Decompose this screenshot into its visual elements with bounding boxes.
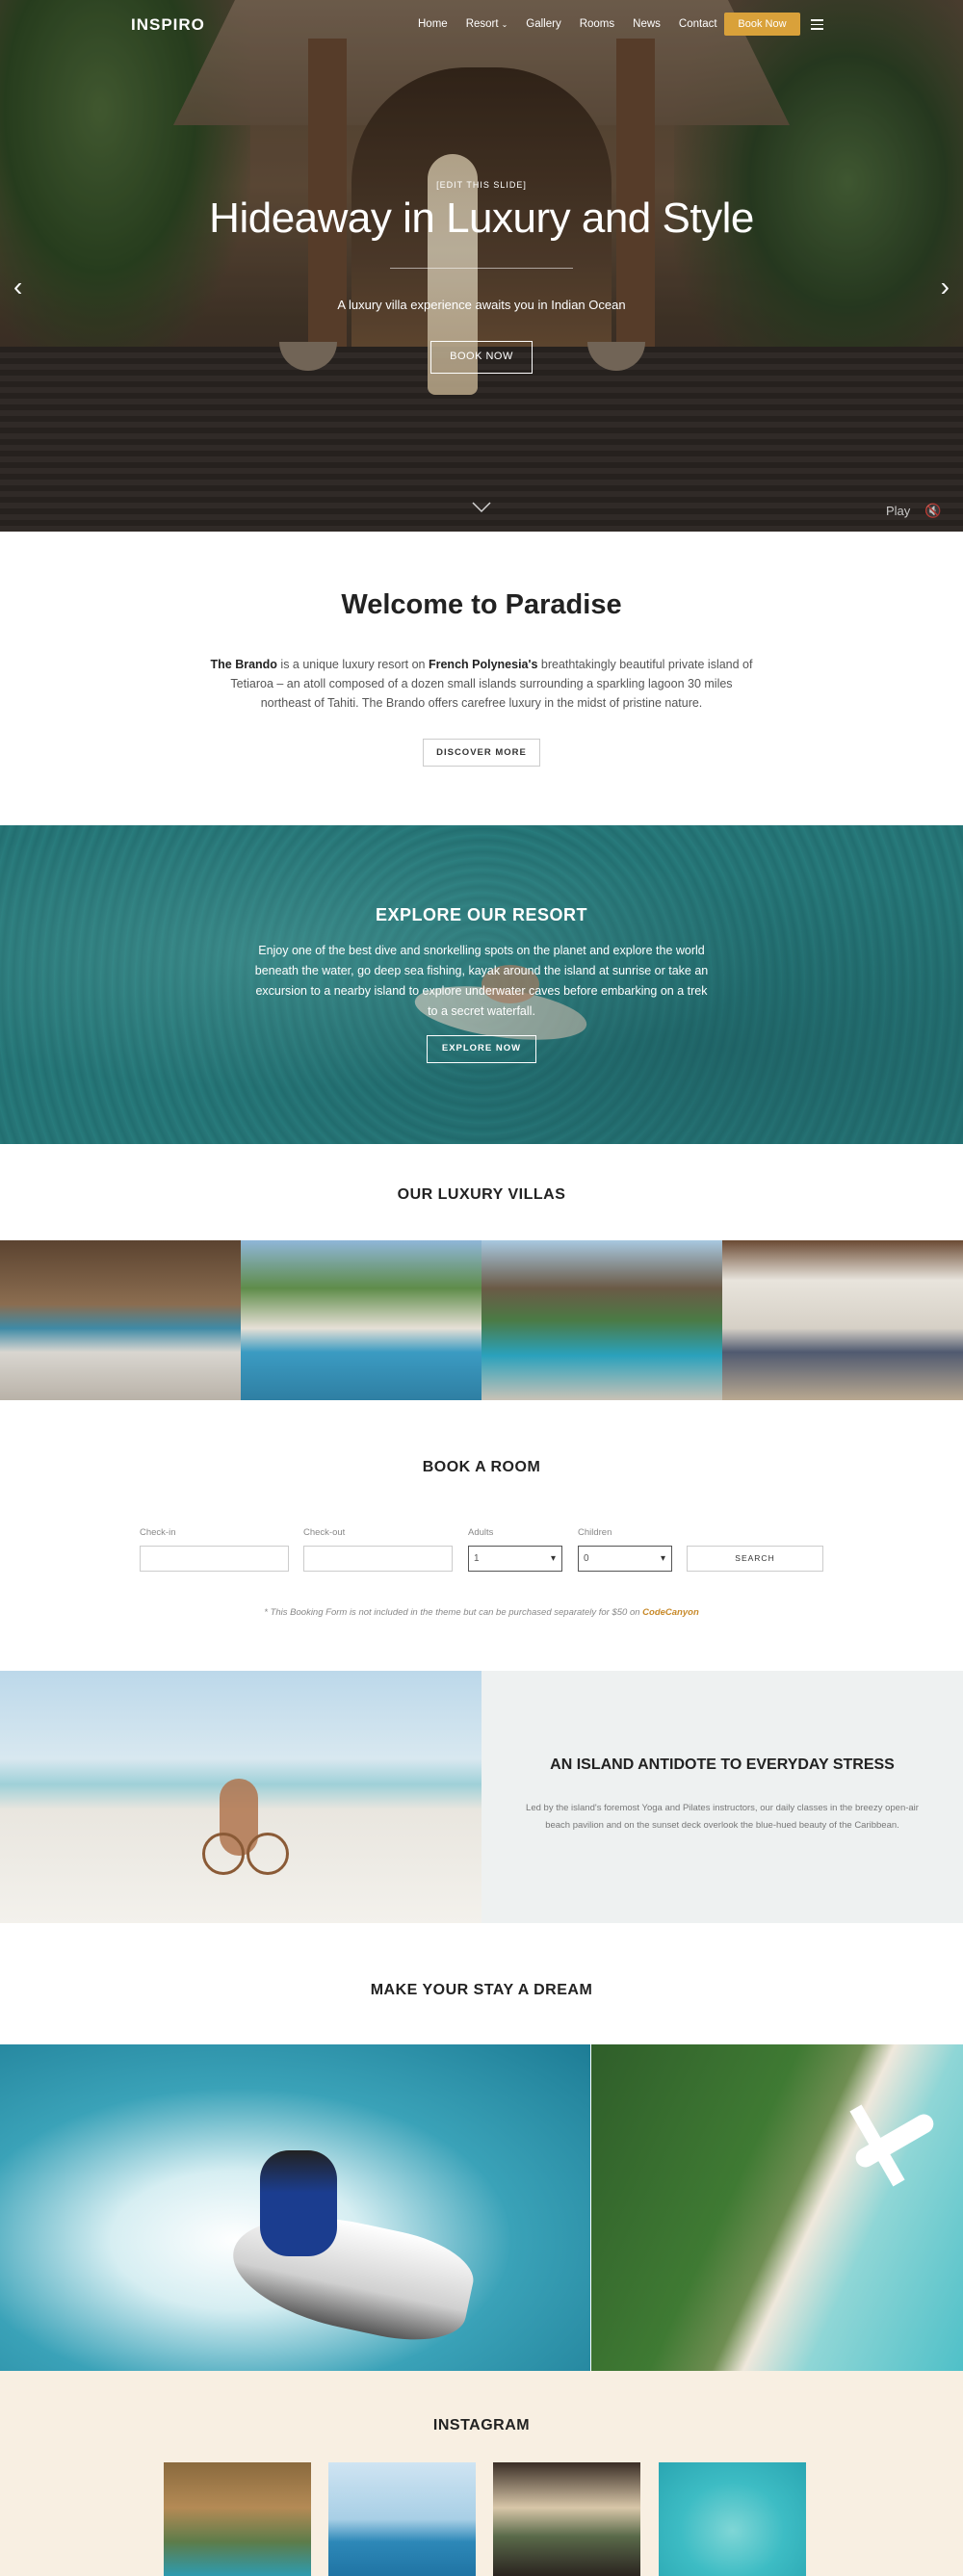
island-bike-wheel-rear <box>247 1833 289 1875</box>
welcome-text: The Brando is a unique luxury resort on … <box>207 655 756 713</box>
nav-item-contact[interactable]: Contact <box>679 18 717 30</box>
codecanyon-link[interactable]: CodeCanyon <box>642 1607 699 1618</box>
hamburger-icon[interactable] <box>811 19 823 30</box>
instagram-section: INSTAGRAM <box>0 2371 963 2576</box>
hero-slider: INSPIRO Home Resort ⌄ Gallery Rooms News … <box>0 0 963 532</box>
nav-item-resort[interactable]: Resort ⌄ <box>466 18 508 30</box>
island-bike-image <box>0 1671 482 1923</box>
jetski-rider <box>260 2150 337 2256</box>
chevron-right-icon[interactable]: › <box>941 272 950 302</box>
instagram-image-3[interactable] <box>493 2462 640 2576</box>
island-title: AN ISLAND ANTIDOTE TO EVERYDAY STRESS <box>550 1756 895 1773</box>
dream-title: MAKE YOUR STAY A DREAM <box>370 1982 593 1998</box>
search-button[interactable]: SEARCH <box>687 1546 823 1572</box>
booking-note-text: * This Booking Form is not included in t… <box>264 1607 643 1618</box>
island-panel: AN ISLAND ANTIDOTE TO EVERYDAY STRESS Le… <box>482 1671 963 1923</box>
booking-note: * This Booking Form is not included in t… <box>0 1607 963 1618</box>
hero-divider <box>390 268 573 269</box>
explore-title: EXPLORE OUR RESORT <box>375 905 588 924</box>
explore-section: EXPLORE OUR RESORT Enjoy one of the best… <box>0 825 963 1144</box>
booking-title: BOOK A ROOM <box>422 1459 541 1475</box>
hero-subtitle: A luxury villa experience awaits you in … <box>337 298 626 312</box>
welcome-text-part1: is a unique luxury resort on <box>276 658 429 671</box>
hero-overlay <box>0 0 963 532</box>
villa-image-1[interactable] <box>0 1240 241 1400</box>
scroll-down-icon[interactable] <box>472 502 491 513</box>
chevron-left-icon[interactable]: ‹ <box>13 272 22 302</box>
nav-item-resort-label: Resort <box>465 18 499 30</box>
adults-select[interactable]: 1 <box>468 1546 562 1572</box>
island-bike-wheel-front <box>202 1833 245 1875</box>
children-label: Children <box>578 1527 612 1538</box>
instagram-title: INSTAGRAM <box>432 2417 531 2433</box>
chevron-down-icon: ⌄ <box>501 20 508 29</box>
instagram-image-2[interactable] <box>328 2462 476 2576</box>
main-nav: INSPIRO Home Resort ⌄ Gallery Rooms News … <box>0 0 963 48</box>
instagram-image-1[interactable] <box>164 2462 311 2576</box>
hero-title: Hideaway in Luxury and Style <box>209 195 754 242</box>
checkin-input[interactable] <box>140 1546 289 1572</box>
villa-image-3[interactable] <box>482 1240 722 1400</box>
nav-item-news[interactable]: News <box>633 18 661 30</box>
checkout-label: Check-out <box>303 1527 346 1538</box>
speaker-muted-icon[interactable]: 🔇 <box>924 503 941 519</box>
nav-item-home[interactable]: Home <box>418 18 448 30</box>
welcome-title: Welcome to Paradise <box>341 589 622 620</box>
nav-menu: Home Resort ⌄ Gallery Rooms News Contact <box>418 18 736 30</box>
jetski-image[interactable] <box>0 2044 590 2371</box>
welcome-place: French Polynesia's <box>428 658 538 671</box>
nav-item-rooms[interactable]: Rooms <box>580 18 614 30</box>
welcome-brand: The Brando <box>210 658 277 671</box>
villa-image-2[interactable] <box>241 1240 482 1400</box>
checkout-input[interactable] <box>303 1546 453 1572</box>
children-select[interactable]: 0 <box>578 1546 672 1572</box>
site-logo[interactable]: INSPIRO <box>131 15 205 35</box>
checkin-label: Check-in <box>140 1527 176 1538</box>
island-text: Led by the island's foremost Yoga and Pi… <box>526 1803 919 1831</box>
villas-title: OUR LUXURY VILLAS <box>397 1186 566 1203</box>
instagram-image-4[interactable] <box>659 2462 806 2576</box>
play-button[interactable]: Play <box>886 504 910 518</box>
villa-image-4[interactable] <box>722 1240 963 1400</box>
explore-text: Enjoy one of the best dive and snorkelli… <box>254 944 709 1018</box>
discover-more-button[interactable]: DISCOVER MORE <box>423 739 540 767</box>
nav-item-gallery[interactable]: Gallery <box>526 18 560 30</box>
explore-now-button[interactable]: EXPLORE NOW <box>427 1035 536 1063</box>
seaplane-image[interactable] <box>591 2044 963 2371</box>
hero-tag: [EDIT THIS SLIDE] <box>436 180 527 190</box>
adults-label: Adults <box>468 1527 494 1538</box>
book-now-button[interactable]: Book Now <box>724 13 800 36</box>
hero-book-now-button[interactable]: BOOK NOW <box>430 341 533 374</box>
